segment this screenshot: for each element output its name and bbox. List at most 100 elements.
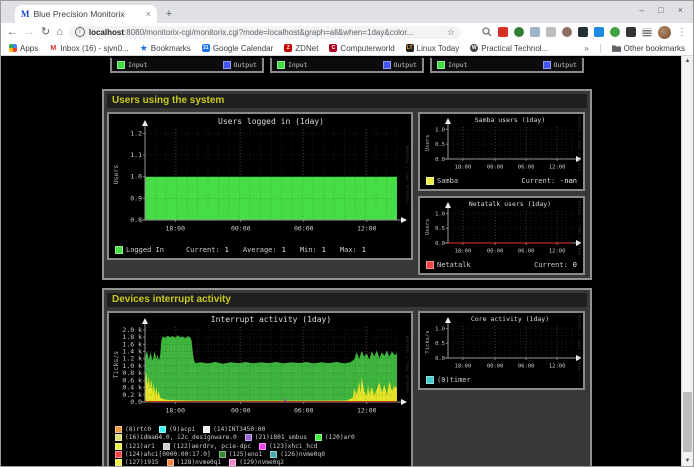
core-activity-panel[interactable]: 0.00.51.018:0000:0006:0012:00Core activi… — [418, 311, 585, 390]
core-activity-chart[interactable]: 0.00.51.018:0000:0006:0012:00Core activi… — [422, 315, 581, 370]
netatalk-legend-row: Netatalk Current:0 — [422, 260, 581, 271]
home-icon[interactable]: ⌂ — [56, 27, 63, 38]
graph-stat: Current:-nan — [521, 177, 577, 185]
back-icon[interactable]: ← — [7, 27, 18, 38]
samba-users-chart[interactable]: 0.00.51.018:0000:0006:0012:00Samba users… — [422, 116, 581, 171]
legend-entry: Samba — [426, 177, 458, 185]
svg-text:0.8: 0.8 — [130, 216, 142, 224]
bookmark-bookmarks[interactable]: ★ Bookmarks — [140, 43, 191, 54]
svg-text:00:00: 00:00 — [231, 407, 251, 415]
other-bookmarks-button[interactable]: Other bookmarks — [612, 44, 685, 53]
svg-text:Users logged in (1day): Users logged in (1day) — [218, 117, 324, 126]
legend-entry: Netatalk — [426, 261, 471, 269]
interrupt-activity-chart[interactable]: 0.00.2 k0.4 k0.6 k0.8 k1.0 k1.2 k1.4 k1.… — [111, 315, 409, 419]
svg-text:Interrupt activity (1day): Interrupt activity (1day) — [211, 315, 331, 324]
bookmark-google-calendar[interactable]: 31 Google Calendar — [202, 44, 273, 53]
maximize-button[interactable]: □ — [658, 5, 663, 15]
legend-color-swatch — [245, 434, 252, 441]
output-legend-label: Output — [234, 61, 257, 69]
bookmarks-divider — [600, 44, 601, 53]
wordpress-icon: W — [470, 44, 478, 52]
interrupt-activity-panel[interactable]: 0.00.2 k0.4 k0.6 k0.8 k1.0 k1.2 k1.4 k1.… — [107, 311, 413, 466]
svg-text:0.8 k: 0.8 k — [122, 369, 142, 377]
svg-text:12:00: 12:00 — [549, 165, 566, 171]
folder-icon — [612, 44, 621, 52]
svg-text:12:00: 12:00 — [549, 364, 566, 370]
scroll-up-arrow-icon[interactable]: ▲ — [682, 56, 693, 66]
chat-extension-icon[interactable] — [594, 27, 604, 37]
svg-text:1.0: 1.0 — [435, 211, 445, 217]
partial-graph-panel[interactable]: Input Output — [110, 58, 264, 73]
svg-text:18:00: 18:00 — [455, 249, 472, 255]
bookmark-zdnet[interactable]: Z ZDNet — [284, 44, 318, 53]
scrollbar-thumb[interactable] — [683, 392, 692, 452]
copy-pages-extension-icon[interactable] — [530, 27, 540, 37]
legend-color-swatch — [229, 459, 236, 466]
page-info-icon[interactable]: i — [75, 27, 85, 37]
green-ball-extension-icon[interactable] — [514, 27, 524, 37]
svg-text:RRDTOOL / TOBI OETIKER: RRDTOOL / TOBI OETIKER — [577, 315, 581, 370]
legend-entry: (8)rtc0 — [115, 426, 151, 433]
url-text[interactable]: localhost:8080/monitorix-cgi/monitorix.c… — [89, 28, 413, 37]
output-legend-label: Output — [394, 61, 417, 69]
legend-color-swatch — [115, 451, 122, 458]
users-logged-in-chart[interactable]: 0.80.91.01.11.218:0000:0006:0012:00Users… — [111, 116, 409, 240]
bookmark-practical-technology[interactable]: W Practical Technol... — [470, 44, 548, 53]
svg-text:RRDTOOL / TOBI OETIKER: RRDTOOL / TOBI OETIKER — [577, 116, 581, 171]
scroll-down-arrow-icon[interactable]: ▼ — [682, 456, 693, 466]
svg-text:12:00: 12:00 — [357, 407, 377, 415]
svg-text:0.2 k: 0.2 k — [122, 391, 142, 399]
tab-close-icon[interactable]: × — [146, 9, 151, 19]
graph-stat: Current:0 — [534, 261, 577, 269]
legend-color-swatch — [115, 426, 122, 433]
bookmark-apps[interactable]: Apps — [9, 44, 38, 53]
bookmark-inbox[interactable]: M Inbox (16) - sjvn0... — [49, 44, 128, 53]
netatalk-users-chart[interactable]: 0.00.51.018:0000:0006:0012:00Netatalk us… — [422, 200, 581, 255]
bookmarks-overflow-chevron[interactable]: » — [584, 44, 588, 53]
profile-avatar[interactable] — [658, 26, 671, 39]
svg-text:12:00: 12:00 — [549, 249, 566, 255]
svg-text:00:00: 00:00 — [487, 364, 504, 370]
shield-extension-icon[interactable] — [562, 27, 572, 37]
minimize-button[interactable]: – — [639, 5, 644, 15]
netatalk-users-panel[interactable]: 0.00.51.018:0000:0006:0012:00Netatalk us… — [418, 196, 585, 275]
legend-color-swatch — [270, 451, 277, 458]
svg-text:Core activity (1day): Core activity (1day) — [471, 315, 549, 323]
bookmark-star-icon[interactable]: ☆ — [447, 27, 455, 38]
bookmark-computerworld[interactable]: C Computerworld — [329, 44, 394, 53]
bookmark-linux-today[interactable]: LT Linux Today — [406, 44, 460, 53]
dark-square-extension-icon[interactable] — [578, 27, 588, 37]
new-tab-button[interactable]: + — [161, 6, 177, 22]
legend-entry: (9)acpi — [159, 426, 195, 433]
svg-text:Ticks/s: Ticks/s — [112, 351, 120, 378]
pin-extension-icon[interactable] — [626, 27, 636, 37]
close-button[interactable]: × — [678, 5, 683, 15]
green-circle-extension-icon[interactable] — [610, 27, 620, 37]
output-legend-label: Output — [554, 61, 577, 69]
zdnet-icon: Z — [284, 44, 292, 52]
svg-text:0.0: 0.0 — [130, 398, 142, 406]
partial-graphs-row: Input Output Input Output Input Output — [110, 58, 584, 73]
svg-text:0.5: 0.5 — [435, 142, 445, 148]
partial-graph-panel[interactable]: Input Output — [270, 58, 424, 73]
browser-tab[interactable]: M Blue Precision Monitorix × — [15, 5, 157, 23]
partial-graph-panel[interactable]: Input Output — [430, 58, 584, 73]
playlist-extension-icon[interactable] — [642, 28, 652, 37]
browser-menu-icon[interactable]: ⋮ — [677, 27, 687, 38]
mail-extension-icon[interactable] — [498, 27, 508, 37]
svg-text:00:00: 00:00 — [487, 249, 504, 255]
page-scrollbar[interactable]: ▲ ▼ — [681, 56, 693, 466]
legend-color-swatch — [115, 443, 122, 450]
search-extension-icon[interactable] — [482, 27, 492, 37]
document-extension-icon[interactable] — [546, 27, 556, 37]
reload-icon[interactable]: ↻ — [41, 27, 50, 38]
svg-text:18:00: 18:00 — [165, 407, 185, 415]
samba-users-panel[interactable]: 0.00.51.018:0000:0006:0012:00Samba users… — [418, 112, 585, 191]
users-logged-in-panel[interactable]: 0.80.91.01.11.218:0000:0006:0012:00Users… — [107, 112, 413, 260]
svg-text:00:00: 00:00 — [487, 165, 504, 171]
address-bar[interactable]: i localhost:8080/monitorix-cgi/monitorix… — [69, 26, 461, 39]
svg-text:06:00: 06:00 — [294, 225, 314, 233]
forward-icon[interactable]: → — [24, 27, 35, 38]
svg-text:1.0 k: 1.0 k — [122, 362, 142, 370]
legend-color-swatch — [163, 443, 170, 450]
